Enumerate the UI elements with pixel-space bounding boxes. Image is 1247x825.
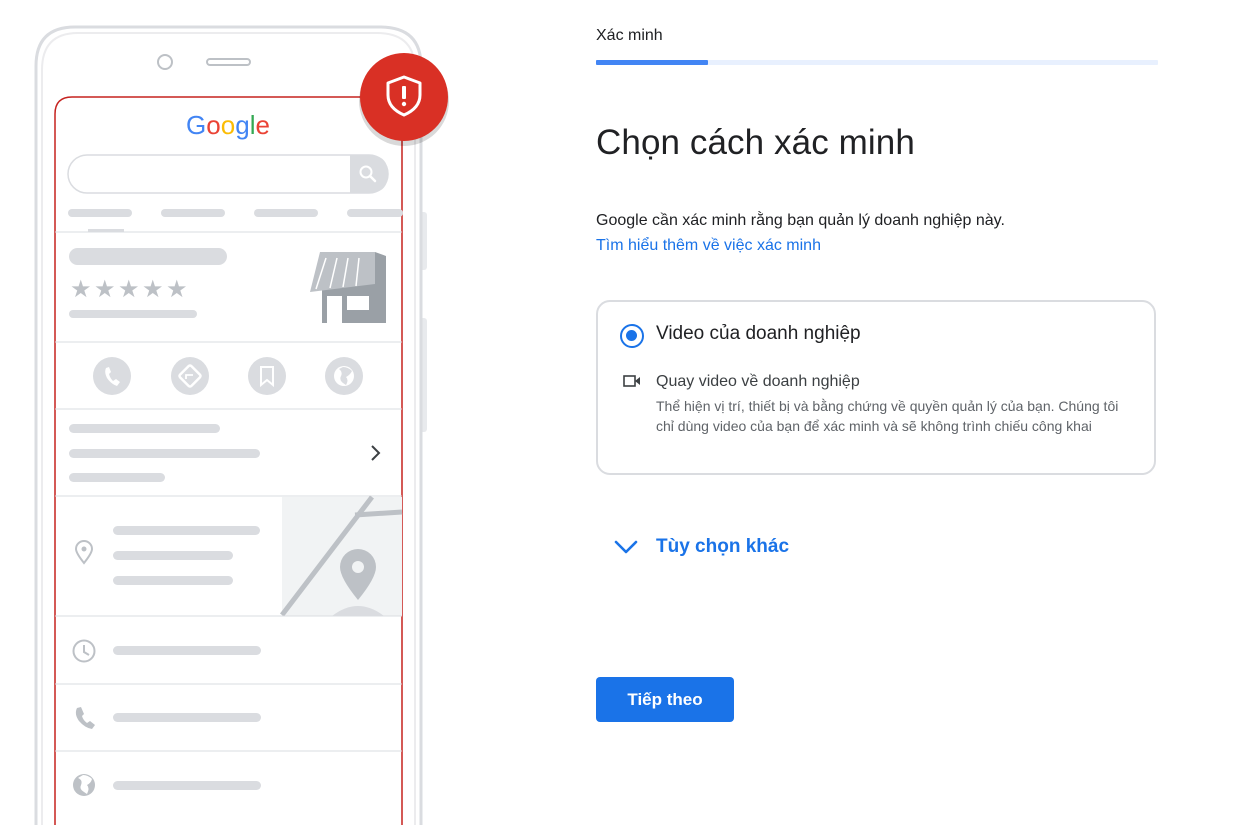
progress-fill <box>596 60 709 65</box>
page-description: Google cần xác minh rằng bạn quản lý doa… <box>596 212 1005 229</box>
globe-icon <box>73 774 95 796</box>
svg-text:★: ★ <box>166 275 188 303</box>
next-button[interactable]: Tiếp theo <box>596 677 734 722</box>
progress-bar <box>596 60 1158 65</box>
phone-illustration: Google ★ ★ ★ ★ ★ <box>34 25 449 825</box>
option-radio-selected-dot <box>626 330 637 341</box>
learn-more-link[interactable]: Tìm hiểu thêm về việc xác minh <box>596 237 821 255</box>
rating-stars: ★ ★ ★ ★ ★ <box>70 275 188 303</box>
svg-text:★: ★ <box>118 275 140 303</box>
google-logo: Google <box>186 110 270 140</box>
chevron-down-icon <box>614 540 638 554</box>
more-options-toggle[interactable]: Tùy chọn khác <box>612 532 789 562</box>
svg-text:★: ★ <box>70 275 92 303</box>
svg-text:★: ★ <box>94 275 116 303</box>
step-label: Xác minh <box>596 27 663 44</box>
option-title: Video của doanh nghiệp <box>656 323 861 344</box>
bookmark-icon <box>248 357 286 395</box>
method-title: Quay video về doanh nghiệp <box>656 373 860 390</box>
page-title: Chọn cách xác minh <box>596 123 915 162</box>
method-description: Thể hiện vị trí, thiết bị và bằng chứng … <box>656 398 1119 434</box>
phone-action-icon <box>93 357 131 395</box>
website-icon <box>325 357 363 395</box>
more-options-label: Tùy chọn khác <box>656 536 790 557</box>
video-camera-icon <box>623 375 640 387</box>
option-radio[interactable] <box>620 324 644 348</box>
directions-icon <box>171 357 209 395</box>
map-thumbnail <box>280 495 403 617</box>
alert-badge <box>359 53 449 146</box>
svg-text:★: ★ <box>142 275 164 303</box>
verification-option-card[interactable]: Video của doanh nghiệp Quay video về doa… <box>596 300 1156 475</box>
